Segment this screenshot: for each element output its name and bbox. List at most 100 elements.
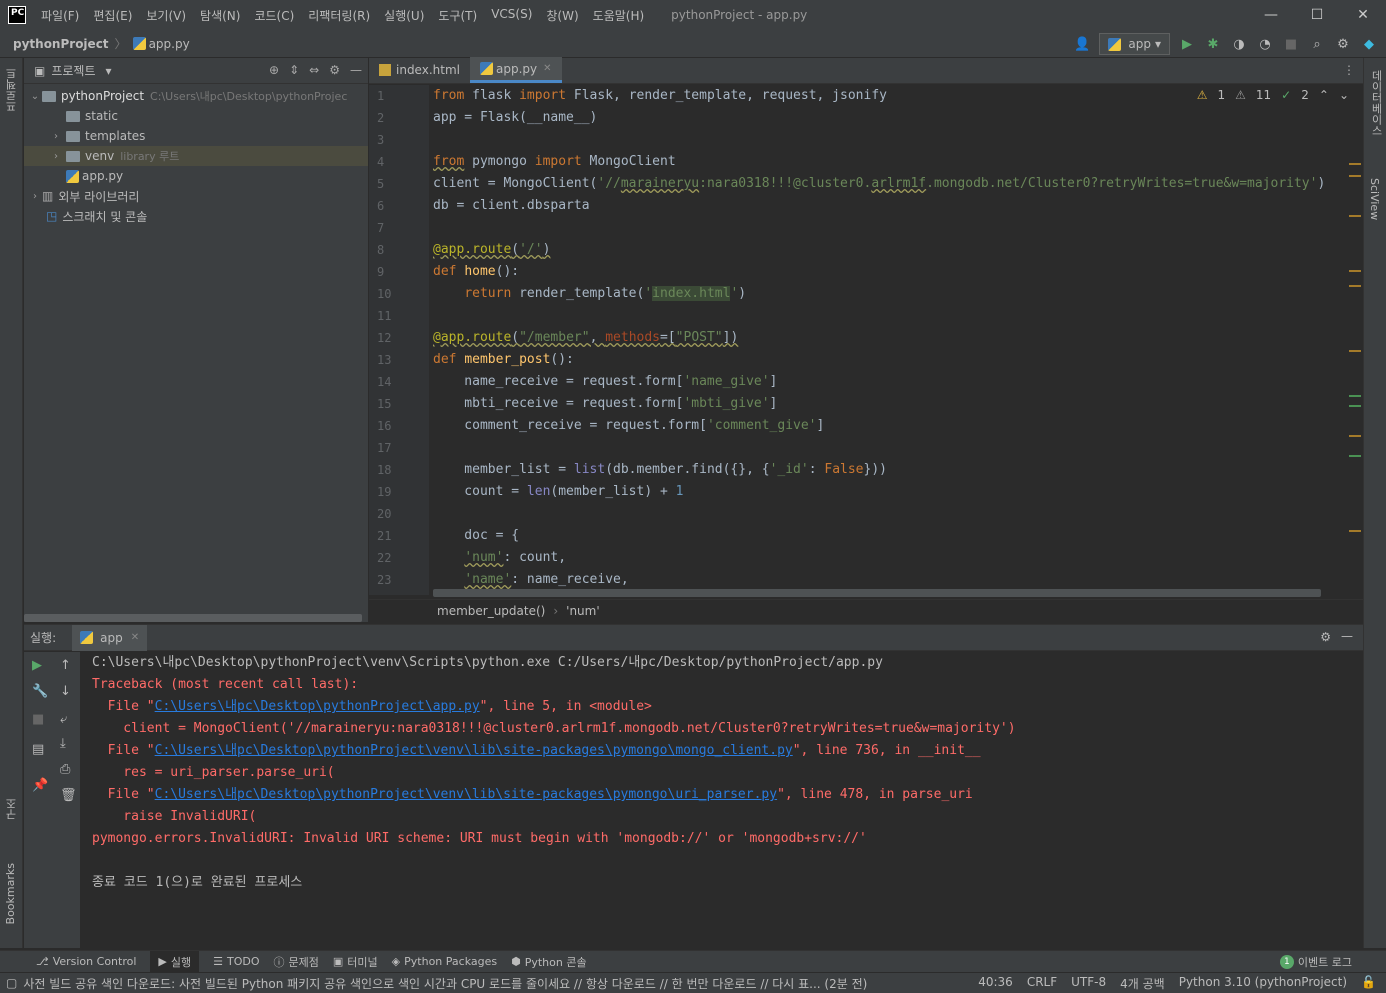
menu-run[interactable]: 실행(U) [377,7,431,24]
horizontal-scrollbar[interactable] [433,589,1321,597]
stop-icon[interactable]: ■ [32,712,44,727]
tree-item-static[interactable]: static [24,106,368,126]
expand-arrow-icon[interactable]: › [46,151,66,162]
hide-icon[interactable]: — [350,63,362,77]
print-icon[interactable]: ⎙ [60,762,70,777]
tool-event-log[interactable]: 1 이벤트 로그 [1279,954,1352,970]
breadcrumb-function[interactable]: member_update() [437,604,545,618]
tree-item-external-libraries[interactable]: › ▥ 외부 라이브러리 [24,186,368,206]
error-stripe[interactable] [1347,85,1363,595]
run-config-selector[interactable]: app ▾ [1099,33,1170,55]
tree-item-app-py[interactable]: app.py [24,166,368,186]
code-line: 'num': count, [464,550,567,565]
database-tool-tab[interactable]: 데이터베이스 [1368,70,1384,136]
expand-arrow-icon[interactable]: › [28,191,42,202]
console-output[interactable]: C:\Users\내pc\Desktop\pythonProject\venv\… [92,652,1352,948]
user-icon[interactable]: 👤 [1073,35,1091,53]
tree-item-templates[interactable]: › templates [24,126,368,146]
soft-wrap-icon[interactable]: ⤶ [60,712,67,727]
run-tab-app[interactable]: app ✕ [72,624,148,651]
trash-icon[interactable]: 🗑 [60,788,77,803]
menu-help[interactable]: 도움말(H) [586,7,652,24]
hide-icon[interactable]: — [1341,629,1353,643]
menu-file[interactable]: 파일(F) [34,7,86,24]
menu-refactor[interactable]: 리팩터링(R) [301,7,377,24]
interpreter[interactable]: Python 3.10 (pythonProject) [1179,975,1347,992]
structure-tool-tab[interactable]: 구조 [4,798,20,820]
menu-view[interactable]: 보기(V) [139,7,193,24]
caret-position[interactable]: 40:36 [978,975,1013,992]
menu-edit[interactable]: 편집(E) [86,7,139,24]
tool-todo[interactable]: ☰ TODO [213,955,259,968]
minimize-button[interactable]: — [1248,0,1294,30]
tree-item-venv[interactable]: › venv library 루트 [24,146,368,166]
expand-all-icon[interactable]: ⇕ [289,63,299,77]
coverage-icon[interactable]: ◑ [1230,35,1248,53]
line-number: 7 [377,221,385,235]
chevron-up-icon[interactable]: ⌃ [1319,88,1329,102]
file-link[interactable]: C:\Users\내pc\Desktop\pythonProject\venv\… [155,787,777,802]
tree-item-scratches[interactable]: ◳ 스크래치 및 콘솔 [24,206,368,226]
rerun-icon[interactable]: ▶ [32,658,42,673]
layout-icon[interactable]: ▤ [32,742,44,757]
gear-icon[interactable]: ⚙ [1320,630,1331,644]
menu-code[interactable]: 코드(C) [247,7,301,24]
tool-version-control[interactable]: ⎇ Version Control [36,955,136,968]
breadcrumb-key[interactable]: 'num' [566,604,600,618]
profile-icon[interactable]: ◔ [1256,35,1274,53]
indent-setting[interactable]: 4개 공백 [1120,975,1165,992]
chevron-down-icon[interactable]: ▾ [106,64,112,78]
file-link[interactable]: C:\Users\내pc\Desktop\pythonProject\app.p… [155,699,480,714]
locate-icon[interactable]: ⊕ [269,63,279,77]
project-tool-tab[interactable]: 프로젝트 [4,68,20,112]
file-link[interactable]: C:\Users\내pc\Desktop\pythonProject\venv\… [155,743,793,758]
tab-app-py[interactable]: app.py ✕ [469,57,562,83]
breadcrumb-file[interactable]: app.py [149,37,190,51]
code-content[interactable]: from flask import Flask, render_template… [433,85,1343,595]
tool-label: Version Control [52,955,137,968]
bookmarks-tool-tab[interactable]: Bookmarks [4,863,17,924]
gear-icon[interactable]: ⚙ [329,63,340,77]
file-encoding[interactable]: UTF-8 [1071,975,1106,992]
sciview-tool-tab[interactable]: SciView [1368,178,1381,220]
line-separator[interactable]: CRLF [1027,975,1057,992]
tool-python-console[interactable]: ⬢ Python 콘솔 [511,954,586,970]
menu-vcs[interactable]: VCS(S) [484,7,539,24]
more-options-icon[interactable]: ⋮ [1343,63,1355,77]
menu-window[interactable]: 창(W) [539,7,585,24]
stop-icon[interactable]: ■ [1282,35,1300,53]
collapse-all-icon[interactable]: ⇔ [309,63,319,77]
pin-icon[interactable]: 📌 [32,778,48,793]
tree-item-project-root[interactable]: ⌄ pythonProject C:\Users\내pc\Desktop\pyt… [24,86,368,106]
arrow-up-icon[interactable]: ↑ [60,658,71,673]
inspection-widget[interactable]: ⚠ 1 ⚠ 11 ✓ 2 ⌃ ⌄ [1197,88,1349,102]
expand-arrow-icon[interactable]: ⌄ [28,91,42,102]
expand-arrow-icon[interactable]: › [46,131,66,142]
menu-navigate[interactable]: 탐색(N) [193,7,247,24]
layout-icon[interactable]: ▢ [6,976,17,990]
maximize-button[interactable]: ☐ [1294,0,1340,30]
tool-run[interactable]: ▶ 실행 [150,951,200,972]
menu-tools[interactable]: 도구(T) [431,7,484,24]
close-tab-icon[interactable]: ✕ [543,63,551,74]
search-icon[interactable]: ⌕ [1308,35,1326,53]
arrow-down-icon[interactable]: ↓ [60,684,71,699]
status-message[interactable]: 사전 빌드 공유 색인 다운로드: 사전 빌드된 Python 패키지 공유 색… [23,975,867,992]
tool-problems[interactable]: ⓘ 문제점 [274,954,319,970]
tab-index-html[interactable]: index.html [369,57,470,83]
project-panel-title[interactable]: 프로젝트 [51,62,95,79]
gear-icon[interactable]: ⚙ [1334,35,1352,53]
tool-python-packages[interactable]: ◈ Python Packages [392,955,497,968]
breadcrumb-project[interactable]: pythonProject [13,37,109,51]
horizontal-scrollbar[interactable] [24,614,362,622]
run-icon: ▶ [158,955,167,968]
close-button[interactable]: ✕ [1340,0,1386,30]
lock-icon[interactable]: 🔓 [1361,975,1376,992]
run-icon[interactable]: ▶ [1178,35,1196,53]
toolbox-icon[interactable]: ◆ [1360,35,1378,53]
scroll-to-end-icon[interactable]: ⤓ [60,736,66,751]
close-tab-icon[interactable]: ✕ [131,632,139,643]
debug-icon[interactable]: ✱ [1204,35,1222,53]
wrench-icon[interactable]: 🔧 [32,684,48,699]
tool-terminal[interactable]: ▣ 터미널 [333,954,378,970]
